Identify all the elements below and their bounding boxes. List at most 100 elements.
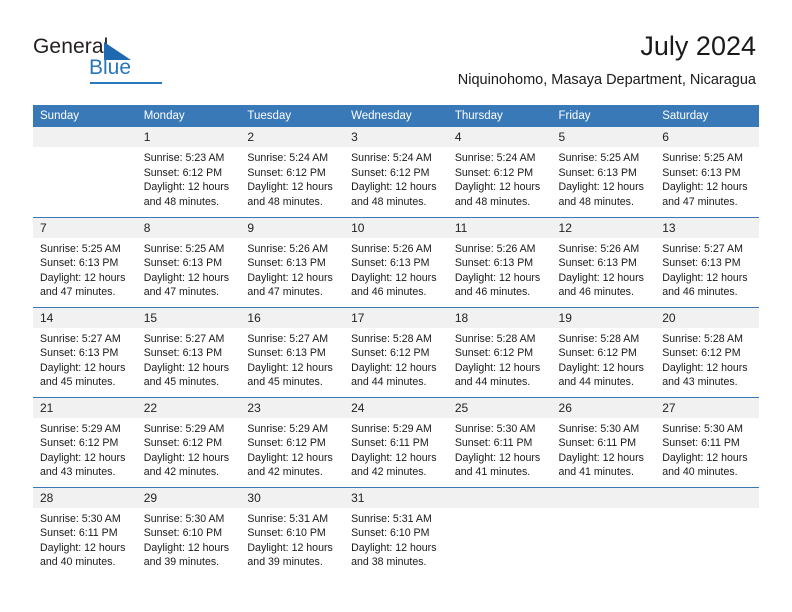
calendar-day-cell[interactable]: 12 Sunrise: 5:26 AM Sunset: 6:13 PM Dayl…: [551, 216, 656, 307]
day-number: 31: [344, 487, 448, 508]
calendar-day-cell[interactable]: 1 Sunrise: 5:23 AM Sunset: 6:12 PM Dayli…: [136, 127, 241, 217]
calendar-week-row: 28 Sunrise: 5:30 AM Sunset: 6:11 PM Dayl…: [33, 486, 759, 577]
weekday-header-monday: Monday: [136, 105, 241, 127]
sunrise-text: Sunrise: 5:25 AM: [40, 242, 121, 255]
calendar-day-cell[interactable]: [447, 486, 552, 577]
daylight-text-line1: Daylight: 12 hours: [662, 361, 748, 374]
day-details: Sunrise: 5:26 AM Sunset: 6:13 PM Dayligh…: [240, 238, 344, 300]
calendar-day-cell[interactable]: 11 Sunrise: 5:26 AM Sunset: 6:13 PM Dayl…: [447, 216, 552, 307]
calendar-week-row: 7 Sunrise: 5:25 AM Sunset: 6:13 PM Dayli…: [33, 216, 759, 307]
day-details: Sunrise: 5:24 AM Sunset: 6:12 PM Dayligh…: [240, 147, 344, 209]
day-details: Sunrise: 5:30 AM Sunset: 6:11 PM Dayligh…: [655, 418, 759, 480]
calendar-day-cell[interactable]: 13 Sunrise: 5:27 AM Sunset: 6:13 PM Dayl…: [655, 216, 759, 307]
calendar-day-cell[interactable]: 15 Sunrise: 5:27 AM Sunset: 6:13 PM Dayl…: [136, 306, 241, 397]
sunrise-text: Sunrise: 5:28 AM: [662, 332, 743, 345]
calendar-day-cell[interactable]: 23 Sunrise: 5:29 AM Sunset: 6:12 PM Dayl…: [240, 396, 345, 487]
general-blue-logo[interactable]: General Blue: [33, 35, 223, 87]
day-details: Sunrise: 5:27 AM Sunset: 6:13 PM Dayligh…: [240, 328, 344, 390]
calendar-day-cell[interactable]: 20 Sunrise: 5:28 AM Sunset: 6:12 PM Dayl…: [655, 306, 759, 397]
sunset-text: Sunset: 6:13 PM: [454, 257, 534, 270]
calendar-day-cell[interactable]: 25 Sunrise: 5:30 AM Sunset: 6:11 PM Dayl…: [447, 396, 552, 487]
day-details: Sunrise: 5:29 AM Sunset: 6:11 PM Dayligh…: [344, 418, 448, 480]
calendar-day-cell[interactable]: 29 Sunrise: 5:30 AM Sunset: 6:10 PM Dayl…: [136, 486, 241, 577]
sunrise-text: Sunrise: 5:31 AM: [351, 512, 432, 525]
day-number: 2: [240, 127, 345, 147]
sunrise-text: Sunrise: 5:28 AM: [351, 332, 432, 345]
calendar-day-cell[interactable]: 27 Sunrise: 5:30 AM Sunset: 6:11 PM Dayl…: [655, 396, 759, 487]
calendar-day-cell[interactable]: 10 Sunrise: 5:26 AM Sunset: 6:13 PM Dayl…: [344, 216, 448, 307]
calendar-day-cell[interactable]: 2 Sunrise: 5:24 AM Sunset: 6:12 PM Dayli…: [240, 127, 345, 217]
sunrise-text: Sunrise: 5:30 AM: [662, 422, 743, 435]
calendar-day-cell[interactable]: [33, 127, 137, 217]
sunset-text: Sunset: 6:12 PM: [454, 166, 534, 179]
sunset-text: Sunset: 6:11 PM: [558, 437, 637, 450]
day-details: Sunrise: 5:28 AM Sunset: 6:12 PM Dayligh…: [552, 328, 656, 390]
sunset-text: Sunset: 6:13 PM: [351, 257, 430, 270]
sunset-text: Sunset: 6:12 PM: [143, 437, 223, 450]
day-details: Sunrise: 5:28 AM Sunset: 6:12 PM Dayligh…: [344, 328, 448, 390]
calendar-day-cell[interactable]: 30 Sunrise: 5:31 AM Sunset: 6:10 PM Dayl…: [240, 486, 345, 577]
sunrise-text: Sunrise: 5:26 AM: [454, 242, 536, 255]
calendar-day-cell[interactable]: 19 Sunrise: 5:28 AM Sunset: 6:12 PM Dayl…: [551, 306, 656, 397]
calendar-day-cell[interactable]: 9 Sunrise: 5:26 AM Sunset: 6:13 PM Dayli…: [240, 216, 345, 307]
page-title: July 2024: [640, 31, 756, 61]
sunrise-text: Sunrise: 5:30 AM: [143, 512, 225, 525]
sunset-text: Sunset: 6:13 PM: [558, 257, 637, 270]
sunset-text: Sunset: 6:10 PM: [351, 527, 430, 540]
daylight-text-line1: Daylight: 12 hours: [454, 361, 541, 374]
daylight-text-line2: and 47 minutes.: [247, 286, 323, 299]
sunset-text: Sunset: 6:12 PM: [558, 347, 637, 360]
day-details: Sunrise: 5:23 AM Sunset: 6:12 PM Dayligh…: [137, 147, 241, 209]
calendar-day-cell[interactable]: 8 Sunrise: 5:25 AM Sunset: 6:13 PM Dayli…: [136, 216, 241, 307]
calendar-day-cell[interactable]: 16 Sunrise: 5:27 AM Sunset: 6:13 PM Dayl…: [240, 306, 345, 397]
calendar-day-cell[interactable]: [551, 486, 656, 577]
sunset-text: Sunset: 6:11 PM: [351, 437, 429, 450]
calendar-day-cell[interactable]: 26 Sunrise: 5:30 AM Sunset: 6:11 PM Dayl…: [551, 396, 656, 487]
sunset-text: Sunset: 6:12 PM: [143, 166, 223, 179]
calendar-day-cell[interactable]: 7 Sunrise: 5:25 AM Sunset: 6:13 PM Dayli…: [33, 216, 137, 307]
calendar-week-row: 1 Sunrise: 5:23 AM Sunset: 6:12 PM Dayli…: [33, 127, 759, 217]
day-details: [448, 508, 552, 512]
calendar-day-cell[interactable]: 6 Sunrise: 5:25 AM Sunset: 6:13 PM Dayli…: [655, 127, 759, 217]
weekday-header-tuesday: Tuesday: [240, 105, 345, 127]
day-number: 20: [655, 307, 759, 328]
sunset-text: Sunset: 6:10 PM: [247, 527, 326, 540]
calendar-day-cell[interactable]: 24 Sunrise: 5:29 AM Sunset: 6:11 PM Dayl…: [344, 396, 448, 487]
daylight-text-line2: and 47 minutes.: [662, 195, 738, 208]
calendar-week-row: 14 Sunrise: 5:27 AM Sunset: 6:13 PM Dayl…: [33, 306, 759, 397]
day-details: Sunrise: 5:29 AM Sunset: 6:12 PM Dayligh…: [33, 418, 137, 480]
day-details: Sunrise: 5:26 AM Sunset: 6:13 PM Dayligh…: [448, 238, 552, 300]
daylight-text-line1: Daylight: 12 hours: [143, 361, 230, 374]
day-details: Sunrise: 5:29 AM Sunset: 6:12 PM Dayligh…: [240, 418, 344, 480]
sunset-text: Sunset: 6:11 PM: [40, 527, 118, 540]
daylight-text-line2: and 39 minutes.: [143, 556, 220, 569]
sunset-text: Sunset: 6:13 PM: [247, 347, 326, 360]
day-details: Sunrise: 5:27 AM Sunset: 6:13 PM Dayligh…: [33, 328, 137, 390]
calendar-day-cell[interactable]: 28 Sunrise: 5:30 AM Sunset: 6:11 PM Dayl…: [33, 486, 137, 577]
daylight-text-line2: and 48 minutes.: [454, 195, 531, 208]
day-number: 12: [551, 217, 656, 238]
calendar-day-cell[interactable]: 3 Sunrise: 5:24 AM Sunset: 6:12 PM Dayli…: [344, 127, 448, 217]
calendar-day-cell[interactable]: [655, 486, 759, 577]
daylight-text-line1: Daylight: 12 hours: [454, 181, 541, 194]
sunset-text: Sunset: 6:12 PM: [247, 166, 326, 179]
sunrise-text: Sunrise: 5:30 AM: [40, 512, 121, 525]
calendar-day-cell[interactable]: 17 Sunrise: 5:28 AM Sunset: 6:12 PM Dayl…: [344, 306, 448, 397]
daylight-text-line1: Daylight: 12 hours: [351, 271, 437, 284]
calendar-day-cell[interactable]: 4 Sunrise: 5:24 AM Sunset: 6:12 PM Dayli…: [447, 127, 552, 217]
calendar-day-cell[interactable]: 31 Sunrise: 5:31 AM Sunset: 6:10 PM Dayl…: [344, 486, 448, 577]
sunset-text: Sunset: 6:12 PM: [351, 166, 430, 179]
sunset-text: Sunset: 6:13 PM: [40, 257, 119, 270]
day-details: Sunrise: 5:30 AM Sunset: 6:11 PM Dayligh…: [448, 418, 552, 480]
calendar-day-cell[interactable]: 21 Sunrise: 5:29 AM Sunset: 6:12 PM Dayl…: [33, 396, 137, 487]
day-number: 9: [240, 217, 345, 238]
daylight-text-line1: Daylight: 12 hours: [143, 451, 230, 464]
daylight-text-line1: Daylight: 12 hours: [40, 451, 126, 464]
calendar-day-cell[interactable]: 18 Sunrise: 5:28 AM Sunset: 6:12 PM Dayl…: [447, 306, 552, 397]
daylight-text-line1: Daylight: 12 hours: [247, 541, 333, 554]
calendar-day-cell[interactable]: 5 Sunrise: 5:25 AM Sunset: 6:13 PM Dayli…: [551, 127, 656, 217]
calendar-day-cell[interactable]: 22 Sunrise: 5:29 AM Sunset: 6:12 PM Dayl…: [136, 396, 241, 487]
sunrise-text: Sunrise: 5:27 AM: [247, 332, 329, 345]
calendar-day-cell[interactable]: 14 Sunrise: 5:27 AM Sunset: 6:13 PM Dayl…: [33, 306, 137, 397]
day-number: 30: [240, 487, 345, 508]
